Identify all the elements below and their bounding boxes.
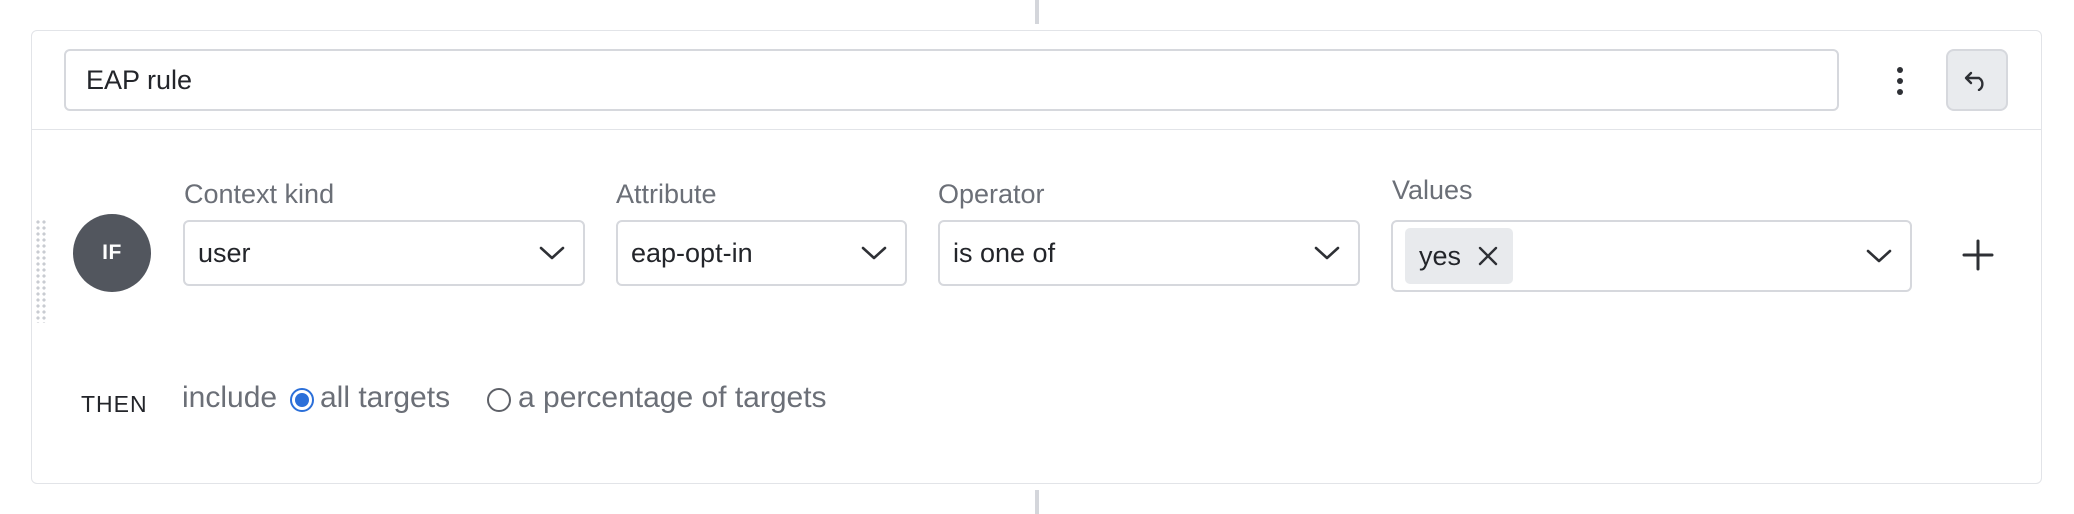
- radio-percentage-targets[interactable]: [487, 388, 511, 412]
- context-kind-select[interactable]: user: [183, 220, 585, 286]
- rule-connector-top: [1035, 0, 1039, 24]
- operator-value: is one of: [953, 237, 1056, 268]
- radio-all-targets[interactable]: [290, 388, 314, 412]
- rule-connector-bottom: [1035, 490, 1039, 514]
- rule-name-input[interactable]: [64, 49, 1839, 111]
- operator-label: Operator: [938, 179, 1045, 209]
- context-kind-label: Context kind: [184, 179, 335, 209]
- chevron-down-icon: [537, 243, 567, 263]
- kebab-icon-dot: [1897, 67, 1903, 73]
- values-label: Values: [1392, 175, 1473, 205]
- attribute-label: Attribute: [616, 179, 717, 209]
- value-chip-label: yes: [1419, 240, 1462, 271]
- context-kind-value: user: [198, 237, 251, 268]
- close-icon[interactable]: [1477, 245, 1499, 267]
- rule-card: IF Context kind user Attribute eap-opt-i…: [31, 30, 2042, 484]
- chevron-down-icon: [1312, 243, 1342, 263]
- undo-icon: [1964, 71, 1984, 91]
- add-clause-button[interactable]: [1956, 233, 2000, 277]
- attribute-value: eap-opt-in: [631, 237, 753, 268]
- value-chip: yes: [1405, 228, 1514, 284]
- chevron-down-icon: [859, 243, 889, 263]
- radio-all-targets-label[interactable]: all targets: [320, 381, 450, 415]
- attribute-select[interactable]: eap-opt-in: [616, 220, 907, 286]
- more-options-button[interactable]: [1882, 61, 1918, 101]
- rule-header: [32, 31, 2041, 130]
- drag-handle-icon[interactable]: [35, 219, 47, 323]
- values-select[interactable]: yes: [1391, 220, 1912, 292]
- plus-icon: [1962, 239, 1994, 271]
- if-badge: IF: [73, 214, 151, 292]
- chevron-down-icon: [1864, 246, 1894, 266]
- then-label: THEN: [81, 391, 148, 417]
- operator-select[interactable]: is one of: [938, 220, 1360, 286]
- include-label: include: [182, 381, 278, 414]
- undo-button[interactable]: [1946, 49, 2008, 111]
- radio-percentage-targets-label[interactable]: a percentage of targets: [518, 381, 827, 415]
- kebab-icon-dot: [1897, 78, 1903, 84]
- kebab-icon-dot: [1897, 89, 1903, 95]
